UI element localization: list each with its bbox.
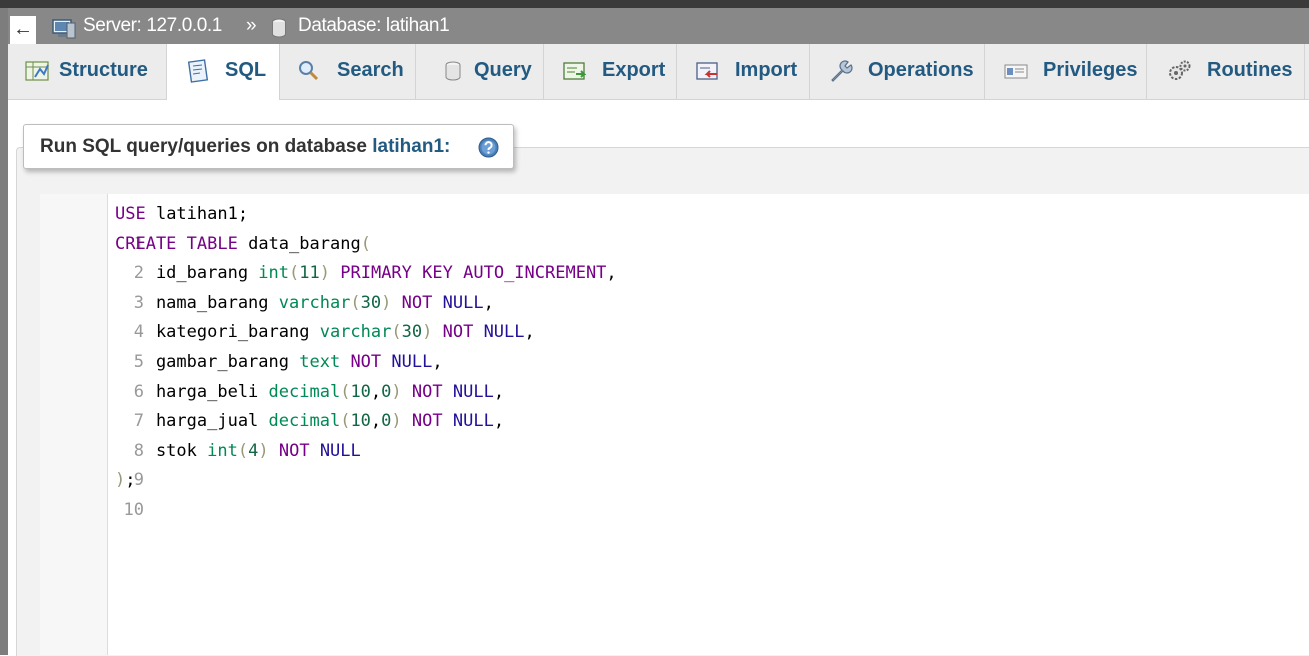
tab-privileges-label: Privileges	[1043, 59, 1138, 81]
collapse-navigation-button[interactable]: ←	[10, 16, 36, 44]
breadcrumb: ← Server: 127.0.0.1 » Database: latihan1	[8, 8, 1309, 44]
code-line: 3 id_barang int(11) PRIMARY KEY AUTO_INC…	[40, 259, 617, 313]
tab-query-label: Query	[474, 59, 532, 81]
tab-sql-label: SQL	[225, 59, 267, 81]
search-icon	[299, 61, 319, 81]
code-line: 10 );	[40, 466, 144, 520]
tab-routines-label: Routines	[1207, 59, 1293, 81]
left-panel-edge[interactable]	[0, 8, 8, 655]
tab-import[interactable]: Import	[677, 44, 810, 99]
code-line: 7 harga_beli decimal(10,0) NOT NULL,	[40, 378, 504, 432]
legend-database-name: latihan1	[372, 136, 445, 157]
legend-text: Run SQL query/queries on database latiha…	[40, 135, 450, 159]
gears-icon	[1169, 60, 1191, 80]
code-line: 5 kategori_barang varchar(30) NOT NULL,	[40, 318, 535, 372]
sql-icon	[187, 59, 209, 83]
tab-operations-label: Operations	[868, 59, 974, 81]
database-breadcrumb-link[interactable]: Database: latihan1	[298, 14, 450, 38]
tab-query[interactable]: Query	[416, 44, 544, 99]
code-line: 4 nama_barang varchar(30) NOT NULL,	[40, 289, 494, 343]
sql-query-legend: Run SQL query/queries on database latiha…	[23, 124, 514, 169]
wrench-icon	[831, 60, 853, 82]
import-icon	[696, 62, 718, 80]
export-icon	[563, 62, 587, 80]
tab-import-label: Import	[735, 59, 798, 81]
structure-icon	[25, 61, 49, 81]
help-icon[interactable]	[478, 137, 499, 158]
tab-search-label: Search	[337, 59, 404, 81]
tab-privileges[interactable]: Privileges	[985, 44, 1147, 99]
tab-structure[interactable]: Structure	[8, 44, 167, 99]
code-line: 6 gambar_barang text NOT NULL,	[40, 348, 443, 402]
tab-routines[interactable]: Routines	[1147, 44, 1305, 99]
window-top-strip	[0, 0, 1309, 8]
code-line: 2 CREATE TABLE data_barang(	[40, 230, 371, 284]
tab-operations[interactable]: Operations	[810, 44, 985, 99]
code-line: 9 stok int(4) NOT NULL	[40, 437, 361, 491]
code-line: 8 harga_jual decimal(10,0) NOT NULL,	[40, 407, 504, 461]
legend-suffix: :	[444, 136, 451, 157]
privileges-icon	[1004, 64, 1028, 79]
breadcrumb-separator: »	[246, 15, 257, 36]
tab-search[interactable]: Search	[280, 44, 416, 99]
server-icon	[52, 19, 76, 39]
query-icon	[445, 61, 461, 81]
code-line: 1 USE latihan1;	[40, 200, 248, 254]
database-icon	[272, 18, 286, 38]
tab-export[interactable]: Export	[544, 44, 677, 99]
database-tabs: Structure SQL Search Query Export Import…	[8, 44, 1309, 100]
sql-code-editor[interactable]: 1 USE latihan1; 2 CREATE TABLE data_bara…	[40, 194, 1309, 655]
server-breadcrumb-link[interactable]: Server: 127.0.0.1	[83, 14, 222, 38]
tab-structure-label: Structure	[59, 59, 148, 81]
tab-sql[interactable]: SQL	[167, 44, 280, 100]
legend-prefix: Run SQL query/queries on database	[40, 136, 373, 157]
tab-export-label: Export	[602, 59, 666, 81]
line-number: 10	[123, 499, 144, 520]
